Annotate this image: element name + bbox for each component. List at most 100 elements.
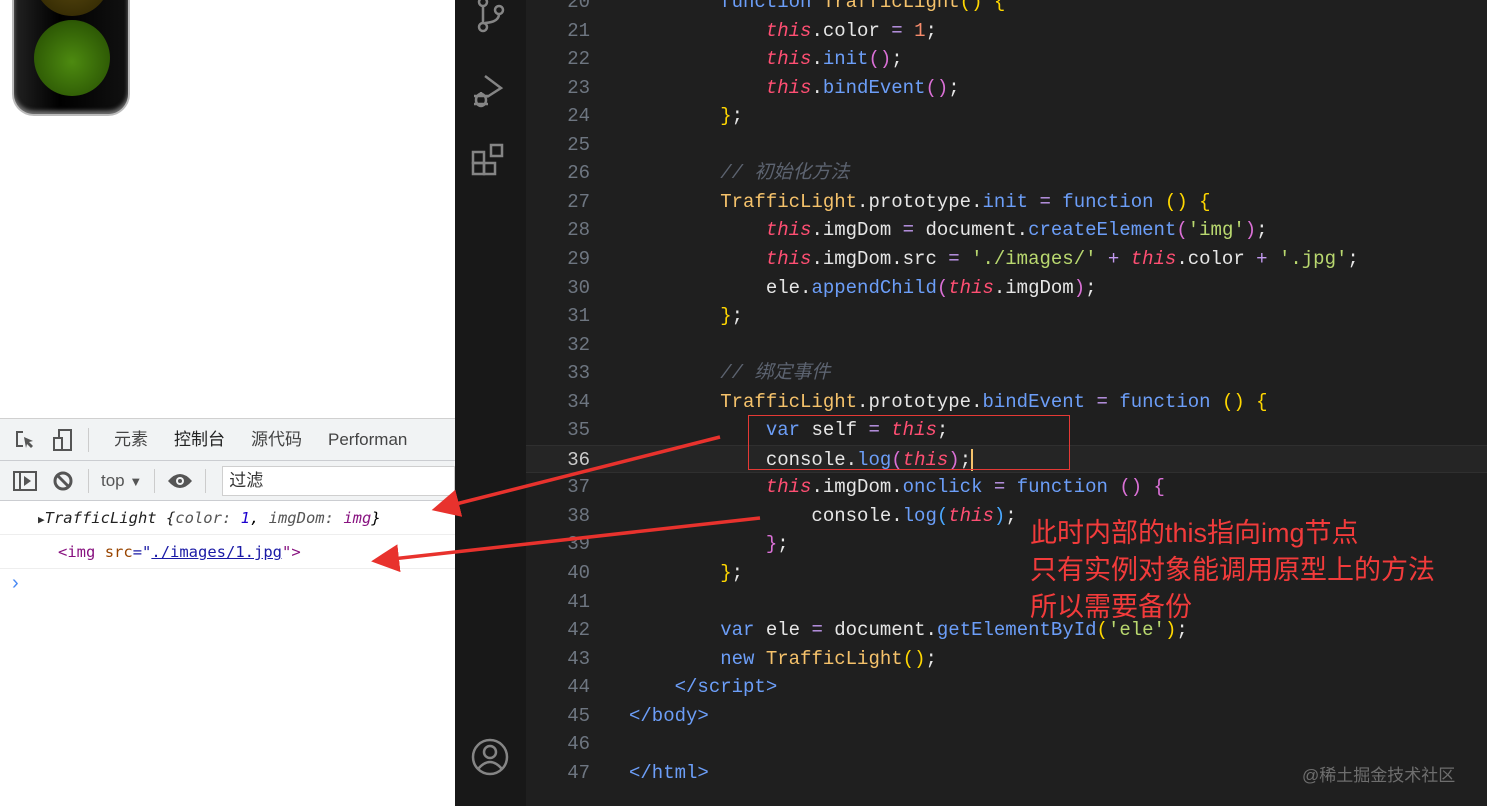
source-control-icon[interactable] bbox=[469, 0, 511, 38]
code-token: TrafficLight bbox=[765, 647, 903, 670]
annotation-line: 此时内部的this指向img节点 bbox=[1030, 518, 1359, 548]
code-line[interactable]: 23 this.bindEvent(); bbox=[526, 74, 1487, 103]
code-text: </body> bbox=[629, 702, 709, 731]
code-text: </script> bbox=[629, 673, 778, 702]
line-number: 30 bbox=[567, 276, 590, 299]
code-token: 'img' bbox=[1187, 219, 1245, 242]
tab-performance[interactable]: Performan bbox=[315, 419, 420, 460]
line-number: 40 bbox=[567, 562, 590, 584]
code-line[interactable]: 30 ele.appendChild(this.imgDom); bbox=[526, 274, 1487, 303]
line-number: 42 bbox=[567, 619, 590, 642]
code-token: createElement bbox=[1028, 219, 1177, 242]
code-line[interactable]: 32 bbox=[526, 331, 1487, 360]
code-token: ) bbox=[993, 504, 1006, 527]
filter-input[interactable]: 过滤 bbox=[222, 465, 455, 496]
console-log-object[interactable]: ▶TrafficLight {color: 1, imgDom: img} bbox=[0, 501, 455, 535]
attr-name: src bbox=[104, 543, 133, 561]
code-token: TrafficLight bbox=[822, 0, 960, 13]
code-line[interactable]: 21 this.color = 1; bbox=[526, 17, 1487, 46]
sidebar-toggle-icon[interactable] bbox=[12, 468, 38, 494]
live-expression-eye-icon[interactable] bbox=[167, 472, 193, 490]
line-number: 36 bbox=[567, 448, 590, 471]
code-token: console. bbox=[629, 504, 903, 527]
console-log-element[interactable]: <img src="./images/1.jpg"> bbox=[0, 535, 455, 569]
code-text: ele.appendChild(this.imgDom); bbox=[629, 274, 1097, 303]
annotation-line: 所以需要备份 bbox=[1030, 592, 1192, 622]
inspect-element-icon[interactable] bbox=[12, 427, 38, 453]
code-token: this bbox=[765, 48, 812, 71]
code-line[interactable]: 31 }; bbox=[526, 302, 1487, 331]
code-line[interactable]: 27 TrafficLight.prototype.init = functio… bbox=[526, 188, 1487, 217]
code-token: () bbox=[868, 48, 892, 71]
tab-console[interactable]: 控制台 bbox=[161, 419, 238, 460]
code-token: .imgDom bbox=[811, 219, 903, 242]
tab-sources[interactable]: 源代码 bbox=[238, 419, 315, 460]
code-line[interactable]: 43 new TrafficLight(); bbox=[526, 645, 1487, 674]
line-number: 38 bbox=[567, 504, 590, 527]
code-text: TrafficLight.prototype.init = function (… bbox=[629, 188, 1210, 217]
code-text: this.bindEvent(); bbox=[629, 74, 960, 103]
code-text: this.imgDom.onclick = function () { bbox=[629, 473, 1165, 502]
code-line[interactable]: 29 this.imgDom.src = './images/' + this.… bbox=[526, 245, 1487, 274]
code-line[interactable]: 45 </body> bbox=[526, 702, 1487, 731]
code-token: './images/' bbox=[971, 247, 1097, 270]
code-line[interactable]: 26 // 初始化方法 bbox=[526, 159, 1487, 188]
code-text: this.color = 1; bbox=[629, 17, 937, 46]
code-token: } bbox=[720, 105, 732, 128]
code-token: ; bbox=[731, 105, 744, 128]
src-link[interactable]: ./images/1.jpg bbox=[151, 543, 282, 561]
code-token: var bbox=[720, 619, 755, 642]
code-line[interactable]: 33 // 绑定事件 bbox=[526, 359, 1487, 388]
code-token: 1 bbox=[914, 19, 926, 42]
code-token: } bbox=[720, 305, 732, 328]
yellow-lamp bbox=[34, 0, 110, 16]
console-prompt[interactable]: › bbox=[0, 569, 455, 597]
divider bbox=[154, 468, 156, 493]
device-toolbar-icon[interactable] bbox=[50, 427, 76, 453]
code-token: ele. bbox=[629, 276, 812, 299]
code-token: this bbox=[1130, 247, 1177, 270]
code-line[interactable]: 22 this.init(); bbox=[526, 45, 1487, 74]
clear-console-icon[interactable] bbox=[50, 468, 76, 494]
code-line[interactable]: 28 this.imgDom = document.createElement(… bbox=[526, 216, 1487, 245]
expand-triangle-icon[interactable]: ▶ bbox=[38, 513, 45, 526]
code-token: .imgDom. bbox=[811, 476, 903, 499]
code-line[interactable]: 25 bbox=[526, 131, 1487, 160]
line-number: 25 bbox=[567, 133, 590, 156]
code-token: = bbox=[1039, 190, 1051, 213]
code-text: // 初始化方法 bbox=[629, 159, 849, 188]
context-selector[interactable]: top ▼ bbox=[101, 471, 142, 491]
code-line[interactable]: 20 function TrafficLight() { bbox=[526, 0, 1487, 17]
comma: , bbox=[249, 509, 269, 527]
console-toolbar: top ▼ 过滤 bbox=[0, 461, 455, 501]
code-token: = bbox=[811, 619, 823, 642]
code-area[interactable]: 20 function TrafficLight() {21 this.colo… bbox=[526, 0, 1487, 806]
code-line[interactable]: 37 this.imgDom.onclick = function () { bbox=[526, 473, 1487, 502]
code-text: // 绑定事件 bbox=[629, 359, 830, 388]
line-number: 35 bbox=[567, 419, 590, 442]
line-number: 44 bbox=[567, 676, 590, 699]
code-text: </html> bbox=[629, 759, 709, 788]
code-token: '.jpg' bbox=[1278, 247, 1348, 270]
code-line[interactable]: 24 }; bbox=[526, 102, 1487, 131]
code-text: this.imgDom = document.createElement('im… bbox=[629, 216, 1268, 245]
code-token: // 初始化方法 bbox=[720, 162, 850, 185]
code-text: }; bbox=[629, 102, 743, 131]
tab-elements[interactable]: 元素 bbox=[101, 419, 161, 460]
code-line[interactable]: 34 TrafficLight.prototype.bindEvent = fu… bbox=[526, 388, 1487, 417]
code-line[interactable]: 44 </script> bbox=[526, 673, 1487, 702]
code-token: ; bbox=[1347, 247, 1359, 270]
run-debug-icon[interactable] bbox=[469, 70, 511, 112]
code-line[interactable]: 46 bbox=[526, 730, 1487, 759]
code-token: this bbox=[765, 19, 812, 42]
extensions-icon[interactable] bbox=[469, 140, 511, 182]
account-icon[interactable] bbox=[469, 736, 511, 778]
